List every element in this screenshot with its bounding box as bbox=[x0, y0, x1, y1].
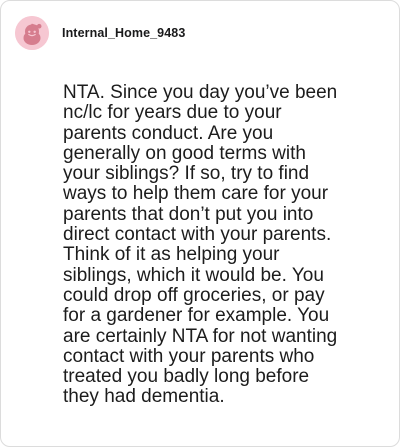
user-avatar-icon[interactable] bbox=[15, 16, 49, 50]
comment-header: Internal_Home_9483 bbox=[15, 15, 185, 51]
reddit-snoo-avatar-icon bbox=[15, 16, 49, 50]
comment-author-username[interactable]: Internal_Home_9483 bbox=[62, 25, 185, 41]
comment-card: Internal_Home_9483 NTA. Since you day yo… bbox=[0, 0, 400, 447]
comment-body-text: NTA. Since you day you’ve been nc/lc for… bbox=[63, 82, 338, 408]
